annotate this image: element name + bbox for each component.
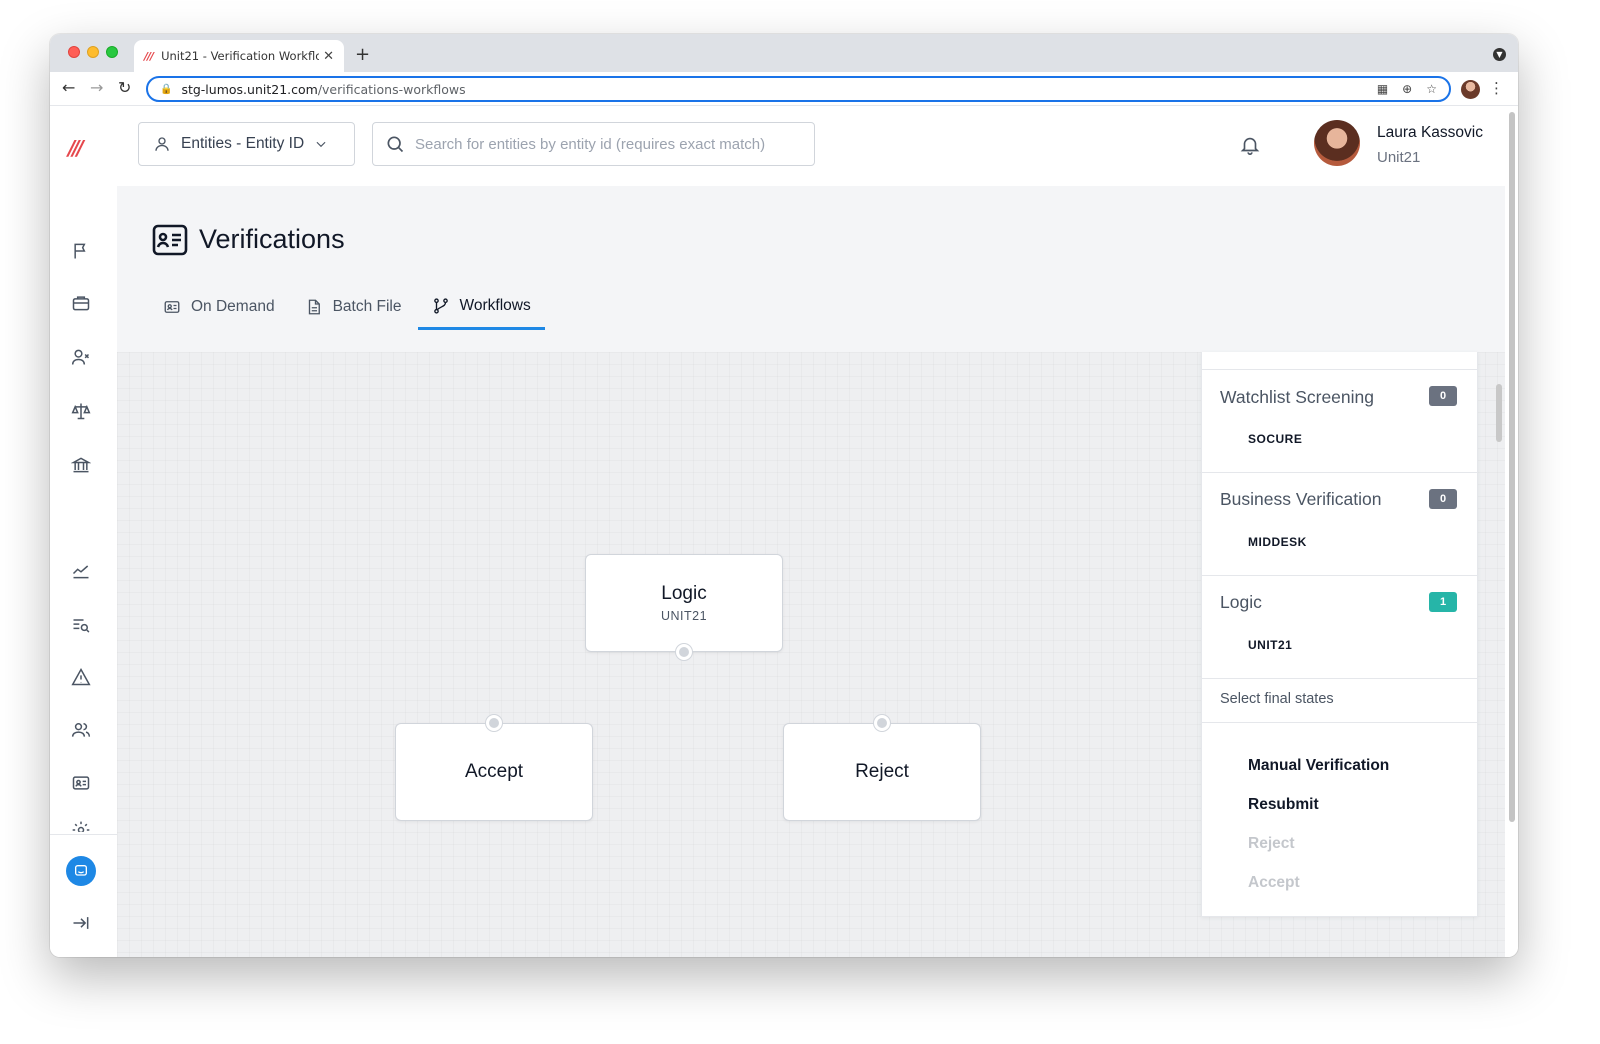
collapse-icon[interactable]: [70, 912, 92, 934]
back-icon[interactable]: ←: [62, 78, 75, 97]
unit21-logo[interactable]: ///: [68, 136, 84, 160]
close-icon[interactable]: ✕: [323, 49, 334, 64]
user-name: Laura Kassovic: [1377, 124, 1483, 141]
minimize-window-button[interactable]: [87, 46, 99, 58]
new-tab-button[interactable]: +: [355, 44, 370, 65]
star-icon[interactable]: ☆: [1426, 82, 1437, 96]
browser-tab-title: Unit21 - Verification Workflows: [161, 49, 320, 63]
bell-icon[interactable]: [1239, 134, 1261, 156]
list-search-icon[interactable]: [70, 614, 92, 636]
lock-icon: 🔒: [160, 83, 173, 95]
output-handle[interactable]: [676, 644, 692, 660]
tab-batch-file[interactable]: Batch File: [305, 284, 416, 330]
accept-node[interactable]: Accept: [395, 715, 593, 821]
workflow-config-panel: Watchlist Screening 0 SOCURE Business Ve…: [1201, 352, 1478, 917]
flag-icon[interactable]: [70, 240, 92, 262]
vendor-label: SOCURE: [1248, 432, 1303, 446]
favicon-icon: ///: [144, 49, 154, 63]
vendor-label: MIDDESK: [1248, 535, 1307, 549]
browser-window: /// Unit21 - Verification Workflows ✕ + …: [50, 34, 1518, 957]
zoom-icon[interactable]: ⊕: [1402, 82, 1412, 96]
file-icon: [308, 299, 320, 315]
node-title: Reject: [855, 761, 909, 782]
panel-section-watchlist[interactable]: Watchlist Screening 0 SOCURE: [1202, 370, 1477, 473]
chat-button[interactable]: [66, 856, 96, 886]
logic-node[interactable]: Logic UNIT21: [585, 554, 783, 660]
browser-profile-avatar[interactable]: [1461, 80, 1480, 99]
entity-select-label: Entities - Entity ID: [181, 135, 305, 152]
vendor-label: UNIT21: [1248, 638, 1293, 652]
count-badge: 1: [1429, 592, 1457, 612]
page-header: Verifications On Demand Batch File Workf…: [117, 186, 1505, 352]
sidebar-divider: [50, 834, 117, 835]
search-icon: [387, 136, 404, 153]
entity-search[interactable]: [372, 122, 815, 166]
browser-toolbar: ← → ↻ 🔒 stg-lumos.unit21.com/verificatio…: [50, 72, 1518, 106]
count-badge: 0: [1429, 386, 1457, 406]
scale-icon[interactable]: [70, 400, 92, 422]
chart-icon[interactable]: [70, 560, 92, 582]
user-org: Unit21: [1377, 149, 1421, 166]
entity-type-select[interactable]: Entities - Entity ID: [138, 122, 355, 166]
final-state-accept[interactable]: Accept: [1248, 874, 1300, 892]
close-window-button[interactable]: [68, 46, 80, 58]
chevron-down-icon[interactable]: ▼: [1493, 48, 1506, 61]
workflow-icon: [433, 297, 448, 314]
user-x-icon[interactable]: [70, 346, 92, 368]
page-title: Verifications: [199, 224, 345, 254]
tab-on-demand[interactable]: On Demand: [163, 284, 289, 330]
sidebar: ///: [50, 106, 117, 957]
input-handle[interactable]: [874, 715, 890, 731]
id-card-icon: [152, 224, 188, 256]
scrollbar-thumb[interactable]: [1509, 112, 1515, 822]
tab-label: Workflows: [459, 296, 531, 314]
node-title: Logic: [661, 583, 707, 604]
final-state-reject[interactable]: Reject: [1248, 835, 1295, 853]
maximize-window-button[interactable]: [106, 46, 118, 58]
panel-section-logic[interactable]: Logic 1 UNIT21: [1202, 576, 1477, 679]
panel-section-top: [1202, 352, 1477, 370]
page-scrollbar[interactable]: [1505, 106, 1518, 957]
verification-tabs: On Demand Batch File Workflows: [163, 284, 561, 330]
url-host: stg-lumos.unit21.com: [181, 81, 318, 97]
reject-node[interactable]: Reject: [783, 715, 981, 821]
node-title: Accept: [464, 761, 524, 782]
id-card-icon: [164, 301, 180, 313]
reload-icon[interactable]: ↻: [118, 78, 131, 97]
app: /// Entities - Entity ID Search for enti…: [50, 106, 1518, 957]
node-subtitle: UNIT21: [660, 609, 708, 623]
search-input[interactable]: [413, 134, 802, 154]
avatar[interactable]: [1314, 120, 1360, 166]
alert-icon[interactable]: [70, 666, 92, 688]
settings-icon[interactable]: [70, 820, 92, 832]
qr-code-icon[interactable]: ▦: [1377, 82, 1388, 96]
url-path: /verifications-workflows: [317, 81, 466, 97]
user-icon: [155, 137, 169, 151]
forward-icon[interactable]: →: [90, 78, 103, 97]
final-states-label: Select final states: [1220, 691, 1334, 707]
tab-workflows[interactable]: Workflows: [417, 284, 545, 330]
final-state-resubmit[interactable]: Resubmit: [1248, 796, 1319, 814]
final-state-manual-verification[interactable]: Manual Verification: [1248, 757, 1389, 775]
input-handle[interactable]: [486, 715, 502, 731]
briefcase-icon[interactable]: [70, 292, 92, 314]
address-bar[interactable]: 🔒 stg-lumos.unit21.com/verifications-wor…: [146, 76, 1451, 102]
section-label: Watchlist Screening: [1220, 387, 1374, 407]
app-header: Entities - Entity ID Laura Kassovic Unit…: [117, 106, 1518, 186]
chevron-down-icon: [316, 141, 326, 148]
panel-section-business[interactable]: Business Verification 0 MIDDESK: [1202, 473, 1477, 576]
users-icon[interactable]: [70, 719, 92, 741]
browser-tabbar: /// Unit21 - Verification Workflows ✕ + …: [50, 34, 1518, 72]
tab-label: Batch File: [332, 298, 402, 315]
section-label: Business Verification: [1220, 489, 1382, 509]
browser-tab[interactable]: /// Unit21 - Verification Workflows ✕: [134, 40, 344, 72]
chat-icon: [75, 865, 87, 876]
panel-scrollbar-thumb[interactable]: [1496, 384, 1502, 442]
section-label: Logic: [1220, 592, 1262, 612]
bank-icon[interactable]: [70, 454, 92, 476]
count-badge: 0: [1429, 489, 1457, 509]
id-card-icon[interactable]: [70, 772, 92, 794]
tab-label: On Demand: [191, 298, 275, 315]
more-menu-icon[interactable]: ⋮: [1489, 79, 1504, 97]
